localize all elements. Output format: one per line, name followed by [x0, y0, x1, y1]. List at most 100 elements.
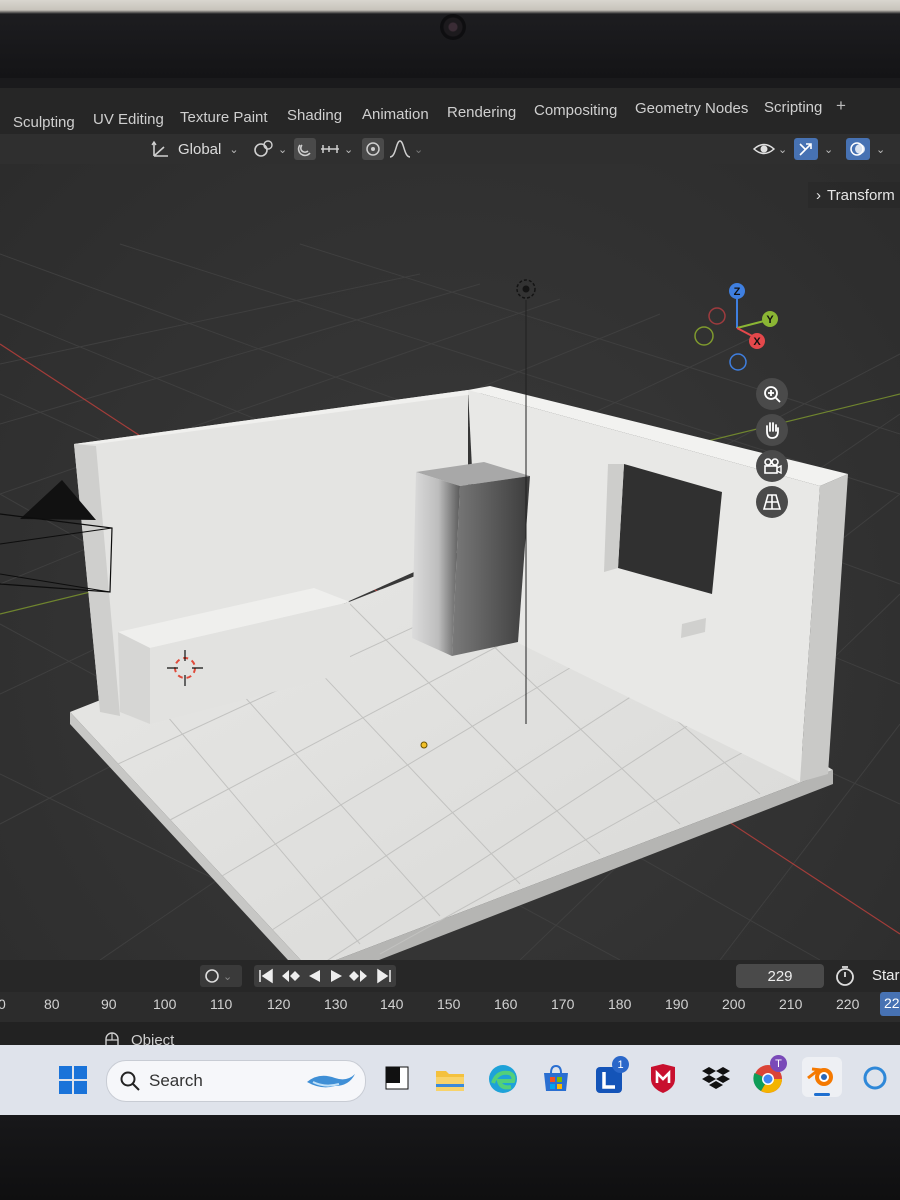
cortana-icon[interactable] [860, 1063, 892, 1095]
laptop-bezel-top [0, 0, 900, 78]
proportional-editing-toggle[interactable]: ⌄ [362, 137, 423, 161]
stopwatch-icon[interactable] [834, 965, 856, 987]
tab-texture-paint[interactable]: Texture Paint [180, 109, 268, 126]
windows-taskbar: Search 1 T [0, 1045, 900, 1115]
snap-increment-icon [321, 145, 339, 153]
pivot-icon [254, 140, 273, 157]
mcafee-icon[interactable] [648, 1063, 680, 1095]
gizmo-toggle[interactable]: ⌄ [794, 137, 833, 161]
overlays-icon [846, 138, 870, 160]
windows-start-icon[interactable] [58, 1065, 90, 1097]
microsoft-store-icon[interactable] [540, 1063, 572, 1095]
transform-orientation-icon [151, 140, 168, 157]
tab-uv-editing[interactable]: UV Editing [93, 111, 164, 128]
notification-badge: 1 [612, 1056, 629, 1073]
svg-text:Y: Y [766, 314, 774, 326]
play-icon[interactable] [327, 968, 345, 984]
falloff-curve-icon [389, 140, 411, 158]
snap-toggle[interactable]: ⌄ [294, 137, 353, 161]
frame-tick: 120 [267, 996, 291, 1012]
tab-shading[interactable]: Shading [287, 107, 342, 124]
next-keyframe-icon[interactable] [348, 968, 370, 984]
start-frame-label: Star [872, 967, 900, 984]
chrome-browser-icon[interactable]: T [752, 1055, 787, 1097]
frame-ruler[interactable]: 0 80 90 100 110 120 130 140 150 160 170 … [0, 992, 900, 1022]
svg-text:Z: Z [734, 286, 741, 298]
active-app-indicator [814, 1093, 830, 1096]
add-workspace-button[interactable]: + [836, 96, 846, 116]
whale-search-highlight-icon [307, 1074, 355, 1088]
timeline-header: ⌄ 229 Star [0, 960, 900, 992]
chevron-down-icon: ⌄ [824, 143, 834, 156]
blender-icon [807, 1067, 833, 1086]
navigation-gizmo[interactable]: Z Y X [690, 276, 790, 376]
playback-controls [254, 965, 396, 987]
perspective-toggle-button[interactable] [756, 486, 788, 518]
current-frame-marker[interactable]: 22 [880, 992, 900, 1016]
jump-end-icon[interactable] [374, 968, 394, 984]
pan-button[interactable] [756, 414, 788, 446]
magnet-icon [294, 138, 316, 160]
camera-view-button[interactable] [756, 450, 788, 482]
frame-tick: 210 [779, 996, 803, 1012]
transform-orientation-dropdown[interactable]: Global ⌄ [150, 137, 239, 161]
zoom-button[interactable] [756, 378, 788, 410]
chevron-down-icon: ⌄ [778, 143, 788, 156]
tab-compositing[interactable]: Compositing [534, 102, 617, 119]
frame-tick: 170 [551, 996, 575, 1012]
play-reverse-icon[interactable] [305, 968, 323, 984]
blender-taskbar-button[interactable] [802, 1057, 842, 1097]
chevron-down-icon: ⌄ [876, 143, 886, 156]
magnifier-plus-icon [764, 386, 781, 403]
object-visibility-dropdown[interactable]: ⌄ [752, 137, 787, 161]
grid-perspective-icon [762, 494, 782, 510]
frame-tick: 80 [44, 996, 60, 1012]
frame-tick: 130 [324, 996, 348, 1012]
taskbar-search[interactable]: Search [106, 1060, 366, 1102]
blackboard-app-icon[interactable] [382, 1063, 414, 1095]
record-icon [205, 969, 219, 983]
tab-animation[interactable]: Animation [362, 106, 429, 123]
previous-keyframe-icon[interactable] [279, 968, 301, 984]
gizmo-y-handle[interactable]: Y [762, 311, 778, 327]
proportional-icon [362, 138, 384, 160]
file-explorer-icon[interactable] [434, 1063, 466, 1095]
orientation-label: Global [178, 140, 222, 158]
gizmo-x-handle[interactable]: X [749, 333, 765, 349]
frame-tick: 150 [437, 996, 461, 1012]
frame-tick: 220 [836, 996, 860, 1012]
overlays-toggle[interactable]: ⌄ [846, 137, 885, 161]
search-icon [120, 1071, 140, 1091]
chevron-down-icon: ⌄ [344, 143, 354, 156]
chevron-down-icon: ⌄ [414, 143, 424, 156]
tab-rendering[interactable]: Rendering [447, 104, 516, 121]
jump-start-icon[interactable] [256, 968, 276, 984]
tab-sculpting[interactable]: Sculpting [13, 114, 75, 131]
edge-browser-icon[interactable] [487, 1063, 519, 1095]
svg-text:X: X [753, 336, 761, 348]
frame-tick: 0 [0, 996, 6, 1012]
hand-icon [766, 422, 779, 439]
current-frame-field[interactable]: 229 [736, 964, 824, 988]
tab-scripting[interactable]: Scripting [764, 99, 822, 116]
viewport-header: Global ⌄ ⌄ ⌄ ⌄ ⌄ ⌄ ⌄ [0, 134, 900, 164]
gizmo-icon [794, 138, 818, 160]
pivot-point-dropdown[interactable]: ⌄ [252, 137, 287, 161]
l-app-icon[interactable]: 1 [594, 1056, 629, 1097]
dropbox-icon[interactable] [700, 1063, 732, 1095]
wardrobe-object [412, 462, 530, 656]
chevron-down-icon: ⌄ [223, 970, 233, 983]
sidebar-transform-tab[interactable]: › Transform [808, 182, 900, 208]
laptop-bezel-bottom [0, 1115, 900, 1200]
frame-tick: 180 [608, 996, 632, 1012]
frame-tick: 190 [665, 996, 689, 1012]
keying-toggle[interactable]: ⌄ [200, 965, 242, 987]
tab-geometry-nodes[interactable]: Geometry Nodes [635, 100, 748, 117]
gizmo-z-handle[interactable]: Z [729, 283, 745, 299]
3d-viewport[interactable]: › Transform Z Y X [0, 164, 900, 960]
frame-tick: 100 [153, 996, 177, 1012]
eye-icon [752, 143, 776, 155]
chevron-right-icon: › [816, 186, 821, 204]
search-placeholder: Search [149, 1071, 203, 1090]
blender-window: Sculpting UV Editing Texture Paint Shadi… [0, 88, 900, 1063]
